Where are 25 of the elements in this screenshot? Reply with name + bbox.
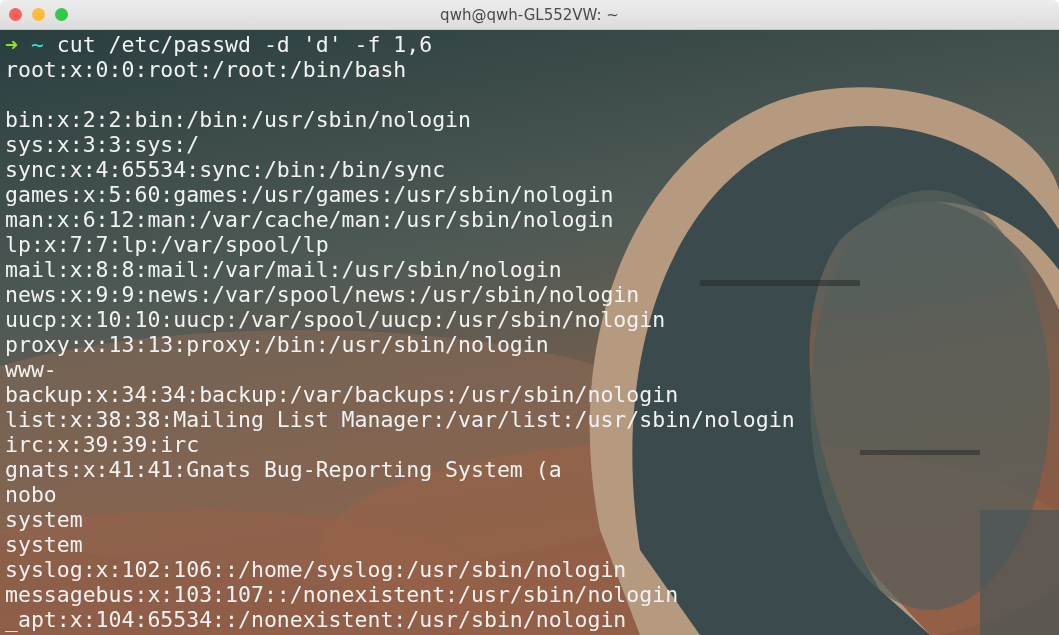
output-line: www- [5, 357, 57, 382]
window-title: qwh@qwh-GL552VW: ~ [440, 5, 619, 24]
output-line: mail:x:8:8:mail:/var/mail:/usr/sbin/nologin [5, 257, 562, 282]
output-line: sync:x:4:65534:sync:/bin:/bin/sync [5, 157, 446, 182]
output-line: bin:x:2:2:bin:/bin:/usr/sbin/nologin [5, 107, 471, 132]
window-control-button[interactable] [55, 8, 68, 21]
output-line: proxy:x:13:13:proxy:/bin:/usr/sbin/nologin [5, 332, 549, 357]
window-control-button[interactable] [32, 8, 45, 21]
output-line: syslog:x:102:106::/home/syslog:/usr/sbin/nologin [5, 557, 627, 582]
output-line: man:x:6:12:man:/var/cache/man:/usr/sbin/nologin [5, 207, 614, 232]
output-line: sys:x:3:3:sys:/ [5, 132, 200, 157]
output-line: backup:x:34:34:backup:/var/backups:/usr/sbin/nologin [5, 382, 679, 407]
output-line: nobo [5, 482, 57, 507]
output-line: list:x:38:38:Mailing List Manager:/var/list:/usr/sbin/nologin [5, 407, 795, 432]
output-line: _apt:x:104:65534::/nonexistent:/usr/sbin/nologin [5, 607, 627, 632]
output-line: irc:x:39:39:irc [5, 432, 200, 457]
output-line: lp:x:7:7:lp:/var/spool/lp [5, 232, 329, 257]
output-line: messagebus:x:103:107::/nonexistent:/usr/sbin/nologin [5, 582, 679, 607]
output-line: system [5, 532, 83, 557]
output-line: gnats:x:41:41:Gnats Bug-Reporting System (a [5, 457, 562, 482]
window-control-button[interactable] [9, 8, 22, 21]
output-line: root:x:0:0:root:/root:/bin/bash [5, 57, 407, 82]
output-line: games:x:5:60:games:/usr/games:/usr/sbin/nologin [5, 182, 614, 207]
command-prompt: ➜ ~ cut /etc/passwd -d 'd' -f 1,6 [5, 32, 433, 57]
output-line: system [5, 507, 83, 532]
